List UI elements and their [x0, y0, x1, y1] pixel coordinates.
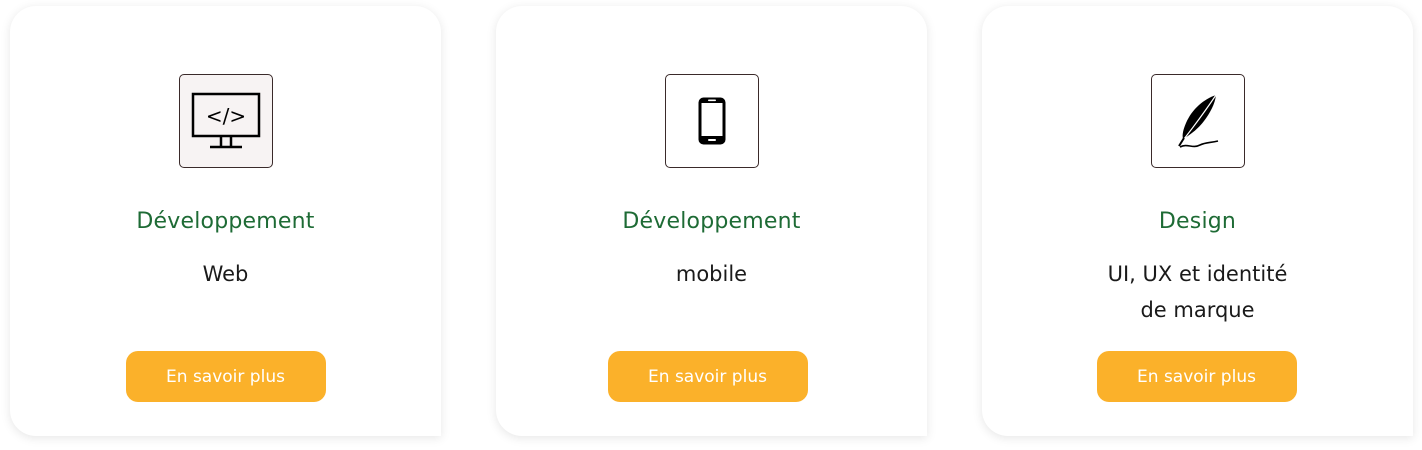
card-title: Design — [1158, 209, 1237, 234]
learn-more-button[interactable]: En savoir plus — [1096, 351, 1297, 402]
card-subtitle: mobile — [675, 262, 748, 286]
card-subtitle: UI, UX et identité de marque — [1107, 262, 1288, 322]
smartphone-icon — [664, 74, 759, 168]
monitor-code-icon: </> — [178, 74, 273, 168]
card-title: Développement — [136, 209, 315, 234]
service-card-web-development: </> Développement Web En savoir plus — [10, 6, 441, 436]
card-title: Développement — [622, 209, 801, 234]
svg-text:</>: </> — [205, 104, 245, 128]
learn-more-button[interactable]: En savoir plus — [607, 351, 808, 402]
service-cards: </> Développement Web En savoir plus Dév… — [0, 0, 1422, 450]
learn-more-button[interactable]: En savoir plus — [125, 351, 326, 402]
service-card-mobile-development: Développement mobile En savoir plus — [496, 6, 927, 436]
card-subtitle: Web — [202, 262, 249, 286]
service-card-design: Design UI, UX et identité de marque En s… — [982, 6, 1413, 436]
quill-pen-icon — [1150, 74, 1245, 168]
